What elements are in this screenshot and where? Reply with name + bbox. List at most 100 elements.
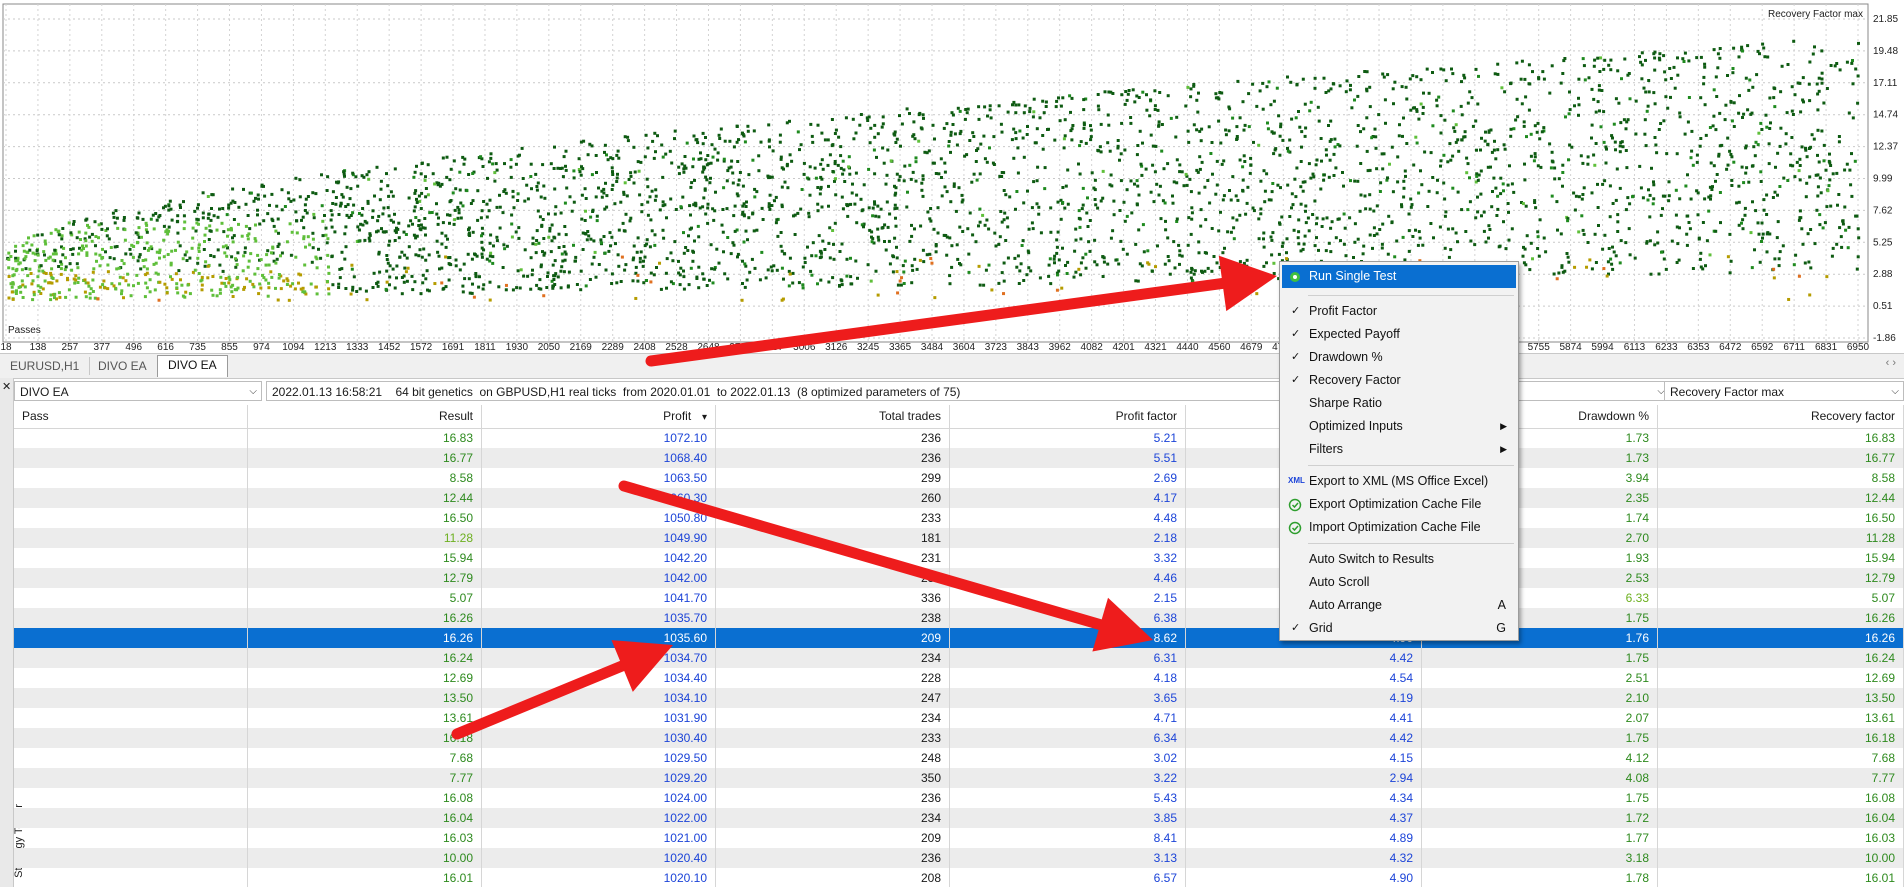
x-tick-label: 2767: [729, 342, 752, 352]
table-row[interactable]: 16.03 1021.00 209 8.41 4.89 1.77 16.03: [14, 828, 1904, 848]
x-tick-label: 6472: [1719, 342, 1742, 352]
table-cell: 4.46: [950, 568, 1186, 588]
tab-divo-ea-1[interactable]: DIVO EA: [88, 357, 158, 375]
table-cell: 16.26: [1658, 628, 1904, 648]
column-header-profit[interactable]: Profit ▾: [482, 405, 716, 428]
close-icon[interactable]: ✕: [2, 380, 11, 393]
table-row[interactable]: 12.69 1034.40 228 4.18 4.54 2.51 12.69: [14, 668, 1904, 688]
table-row[interactable]: 5.071041.703362.153.106.335.07: [14, 588, 1904, 608]
expert-select[interactable]: DIVO EA ⌵: [14, 381, 262, 401]
x-tick-label: 4082: [1081, 342, 1104, 352]
menu-item-grid[interactable]: ✓ Grid G: [1282, 617, 1516, 640]
column-header-pass[interactable]: Pass: [14, 405, 248, 428]
table-row[interactable]: 12.791042.002354.464.432.5312.79: [14, 568, 1904, 588]
x-tick-label: 3484: [921, 342, 944, 352]
optimization-scatter-chart[interactable]: 21.85 19.48 17.11 14.74 12.37 9.99 7.62 5.25 2.8…: [0, 0, 1904, 352]
table-row[interactable]: 8.581063.502992.693.563.948.58: [14, 468, 1904, 488]
table-cell: 1020.40: [482, 848, 716, 868]
table-cell: 10.00: [1658, 848, 1904, 868]
table-row[interactable]: 16.831072.102365.214.541.7316.83: [14, 428, 1904, 448]
table-row[interactable]: 16.501050.802334.484.511.7416.50: [14, 508, 1904, 528]
y-tick-label: 21.85: [1873, 14, 1898, 25]
x-tick-label: 1094: [282, 342, 305, 352]
menu-item-export-optimization-cache-file[interactable]: Export Optimization Cache File: [1282, 493, 1516, 516]
table-row[interactable]: 7.68 1029.50 248 3.02 4.15 4.12 7.68: [14, 748, 1904, 768]
x-tick-label: 5994: [1591, 342, 1614, 352]
menu-item-label: Recovery Factor: [1309, 373, 1401, 387]
column-header-profit-factor[interactable]: Profit factor: [950, 405, 1186, 428]
tab-divo-ea-2[interactable]: DIVO EA: [157, 355, 228, 377]
table-row[interactable]: 16.24 1034.70 234 6.31 4.42 1.75 16.24: [14, 648, 1904, 668]
table-cell: [14, 508, 248, 528]
table-cell: 16.26: [1658, 608, 1904, 628]
x-tick-label: 6233: [1655, 342, 1678, 352]
column-header-recovery-factor[interactable]: Recovery factor: [1658, 405, 1904, 428]
table-cell: 2.69: [950, 468, 1186, 488]
menu-item-optimized-inputs[interactable]: Optimized Inputs ▶: [1282, 415, 1516, 438]
table-row[interactable]: 16.04 1022.00 234 3.85 4.37 1.72 16.04: [14, 808, 1904, 828]
table-cell: 1060.30: [482, 488, 716, 508]
tab-scroll-arrows[interactable]: ‹ ›: [1886, 357, 1896, 369]
menu-item-export-to-xml-ms-office-excel[interactable]: XML Export to XML (MS Office Excel): [1282, 470, 1516, 493]
x-tick-label: 2289: [602, 342, 625, 352]
menu-item-profit-factor[interactable]: ✓ Profit Factor: [1282, 300, 1516, 323]
table-cell: 10.00: [248, 848, 482, 868]
menu-item-auto-switch-to-results[interactable]: Auto Switch to Results: [1282, 548, 1516, 571]
table-row[interactable]: 13.61 1031.90 234 4.71 4.41 2.07 13.61: [14, 708, 1904, 728]
table-cell: 4.12: [1422, 748, 1658, 768]
table-cell: 248: [716, 748, 950, 768]
y-tick-label: 2.88: [1873, 269, 1893, 280]
table-row[interactable]: 16.08 1024.00 236 5.43 4.34 1.75 16.08: [14, 788, 1904, 808]
menu-item-run-single-test[interactable]: Run Single Test: [1282, 265, 1516, 288]
menu-item-label: Filters: [1309, 442, 1344, 456]
table-cell: 5.07: [248, 588, 482, 608]
check-icon: ✓: [1291, 328, 1301, 340]
table-row[interactable]: 12.441060.302604.174.082.3512.44: [14, 488, 1904, 508]
table-cell: 1034.10: [482, 688, 716, 708]
table-row[interactable]: 13.50 1034.10 247 3.65 4.19 2.10 13.50: [14, 688, 1904, 708]
menu-item-import-optimization-cache-file[interactable]: Import Optimization Cache File: [1282, 516, 1516, 539]
table-cell: [14, 828, 248, 848]
chart-tab-bar: EURUSD,H1 DIVO EA DIVO EA ‹ ›: [0, 353, 1904, 379]
tab-eurusd-h1[interactable]: EURUSD,H1: [0, 357, 91, 375]
menu-item-label: Auto Switch to Results: [1309, 552, 1435, 566]
menu-item-recovery-factor[interactable]: ✓ Recovery Factor: [1282, 369, 1516, 392]
column-header-result[interactable]: Result: [248, 405, 482, 428]
x-tick-label: 6831: [1815, 342, 1838, 352]
table-row[interactable]: 11.281049.901812.185.802.7011.28: [14, 528, 1904, 548]
table-cell: 4.34: [1186, 788, 1422, 808]
table-row[interactable]: 16.01 1020.10 208 6.57 4.90 1.78 16.01: [14, 868, 1904, 887]
menu-separator: [1308, 543, 1514, 544]
menu-item-sharpe-ratio[interactable]: Sharpe Ratio: [1282, 392, 1516, 415]
menu-item-label: Sharpe Ratio: [1309, 396, 1382, 410]
table-row[interactable]: 15.941042.202313.324.511.9315.94: [14, 548, 1904, 568]
menu-item-expected-payoff[interactable]: ✓ Expected Payoff: [1282, 323, 1516, 346]
x-tick-label: 1930: [506, 342, 529, 352]
menu-item-auto-scroll[interactable]: Auto Scroll: [1282, 571, 1516, 594]
menu-item-drawdown[interactable]: ✓ Drawdown %: [1282, 346, 1516, 369]
table-row[interactable]: 16.261035.702386.384.351.7516.26: [14, 608, 1904, 628]
x-tick-label: 4321: [1144, 342, 1167, 352]
column-header-total-trades[interactable]: Total trades: [716, 405, 950, 428]
table-row[interactable]: 10.00 1020.40 236 3.13 4.32 3.18 10.00: [14, 848, 1904, 868]
table-cell: 1042.00: [482, 568, 716, 588]
shortcut-key: G: [1496, 621, 1506, 635]
table-cell: 233: [716, 728, 950, 748]
table-cell: 6.31: [950, 648, 1186, 668]
table-row[interactable]: 7.77 1029.20 350 3.22 2.94 4.08 7.77: [14, 768, 1904, 788]
table-cell: 2.10: [1422, 688, 1658, 708]
table-row[interactable]: 16.18 1030.40 233 6.34 4.42 1.75 16.18: [14, 728, 1904, 748]
y-tick-label: 17.11: [1873, 78, 1898, 89]
table-row[interactable]: 16.771068.402365.514.531.7316.77: [14, 448, 1904, 468]
criterion-select[interactable]: Recovery Factor max ⌵: [1664, 381, 1904, 401]
table-cell: [14, 688, 248, 708]
table-cell: 13.50: [1658, 688, 1904, 708]
menu-item-label: Run Single Test: [1309, 269, 1397, 283]
y-tick-label: 0.51: [1873, 301, 1893, 312]
table-cell: 260: [716, 488, 950, 508]
chart-criterion-label: Recovery Factor max: [1768, 9, 1863, 20]
menu-item-auto-arrange[interactable]: Auto Arrange A: [1282, 594, 1516, 617]
menu-item-filters[interactable]: Filters ▶: [1282, 438, 1516, 461]
table-row-selected[interactable]: 16.261035.602098.624.901.7616.26: [14, 628, 1904, 648]
table-cell: 350: [716, 768, 950, 788]
